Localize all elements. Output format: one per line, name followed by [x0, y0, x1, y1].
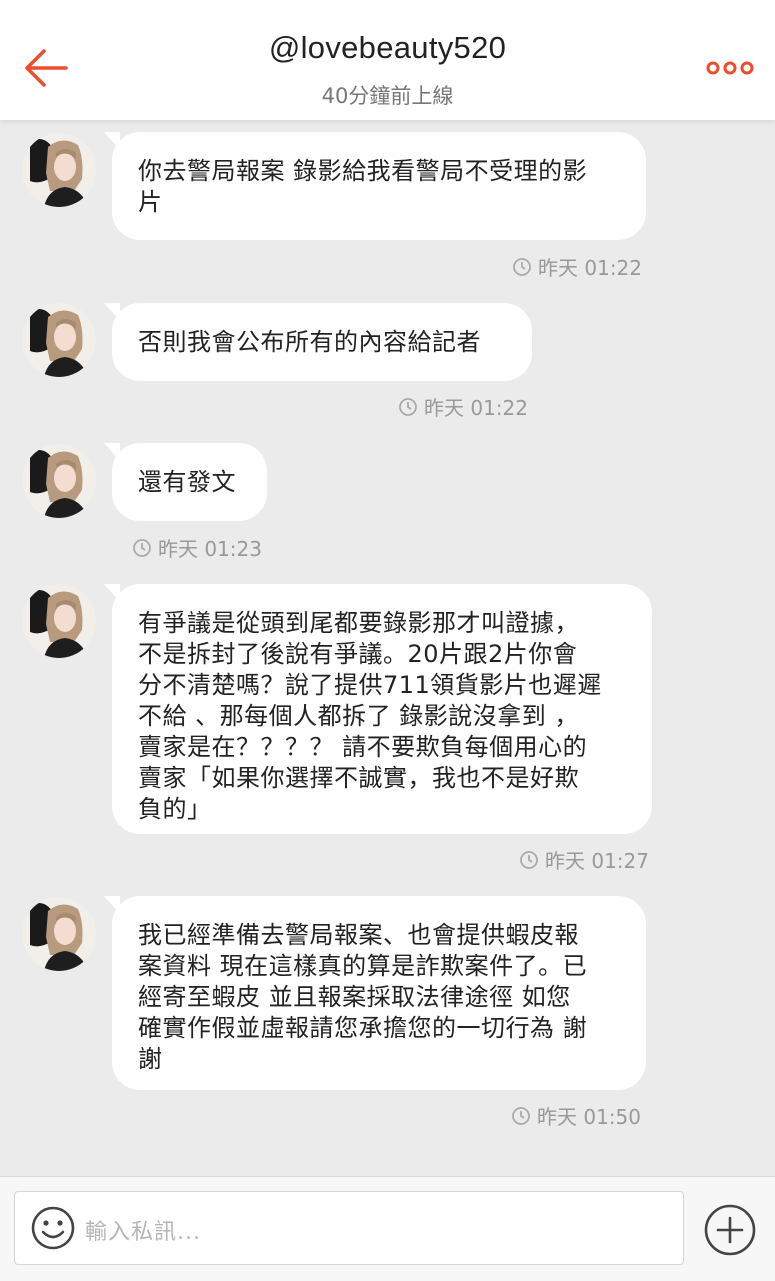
message-timestamp: 昨天 01:23 [132, 533, 262, 562]
clock-icon [512, 1106, 530, 1125]
clock-icon [133, 538, 151, 557]
smiley-icon[interactable] [30, 1205, 76, 1251]
clock-icon [513, 257, 531, 276]
message-bubble[interactable]: 有爭議是從頭到尾都要錄影那才叫證據， 不是拆封了後說有爭議。20片跟2片你會 分… [104, 584, 652, 834]
input-placeholder: 輸入私訊... [85, 1220, 201, 1245]
chat-title: @lovebeauty520 [268, 30, 507, 65]
avatar[interactable] [22, 133, 96, 207]
message-bubble[interactable]: 我已經準備去警局報案、也會提供蝦皮報 案資料 現在這樣真的算是詐欺案件了。已 經… [104, 896, 646, 1090]
avatar[interactable] [22, 444, 96, 518]
clock-icon [520, 850, 538, 869]
chat-header: @lovebeauty520 40分鐘前上線 [0, 0, 775, 120]
message-input[interactable]: 輸入私訊... [14, 1191, 684, 1265]
message-timestamp: 昨天 01:22 [398, 392, 528, 421]
message-bubble[interactable]: 否則我會公布所有的內容給記者 [104, 303, 532, 381]
message-bubble[interactable]: 還有發文 [104, 443, 267, 521]
plus-circle-icon[interactable] [703, 1203, 757, 1257]
message-composer: 輸入私訊... [0, 1176, 775, 1281]
avatar[interactable] [22, 303, 96, 377]
avatar[interactable] [22, 897, 96, 971]
clock-icon [399, 397, 417, 416]
more-dots-icon[interactable] [706, 58, 754, 78]
message-timestamp: 昨天 01:22 [512, 252, 642, 281]
message-timestamp: 昨天 01:50 [511, 1101, 641, 1130]
avatar[interactable] [22, 584, 96, 658]
online-status: 40分鐘前上線 [321, 84, 454, 108]
message-timestamp: 昨天 01:27 [519, 845, 649, 874]
message-bubble[interactable]: 你去警局報案 錄影給我看警局不受理的影 片 [104, 132, 646, 240]
